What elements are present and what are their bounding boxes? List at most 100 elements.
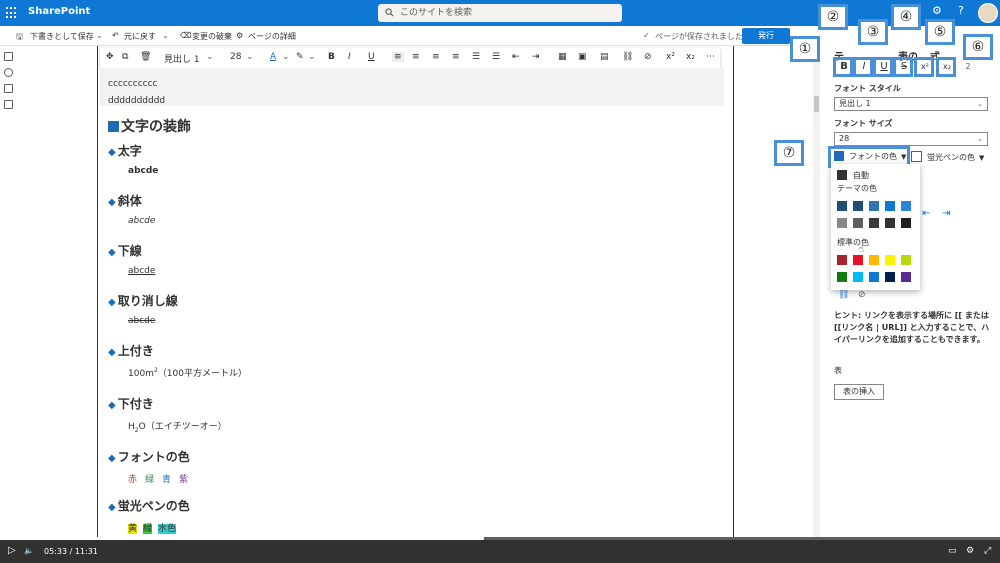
color-swatch[interactable] (885, 255, 895, 265)
superscript-button[interactable]: x² (666, 52, 675, 62)
heading-2[interactable]: ◆ 上付き (108, 342, 154, 359)
save-draft-button[interactable]: 下書きとして保存 (30, 31, 94, 42)
unlink-icon[interactable]: ⊘ (644, 52, 652, 62)
heading-2[interactable]: ◆ 蛍光ペンの色 (108, 497, 190, 514)
body-italic[interactable]: abcde (128, 216, 155, 226)
align-center-icon[interactable]: ≡ (412, 52, 420, 62)
fullscreen-icon[interactable]: ⤢ (984, 546, 991, 556)
color-swatch[interactable] (853, 218, 863, 228)
scrollbar-thumb[interactable] (814, 96, 819, 112)
font-color-button[interactable]: フォントの色 ▼ (834, 151, 906, 162)
gear-icon[interactable]: ⚙ (932, 4, 942, 17)
auto-color-option[interactable]: 自動 (837, 170, 869, 181)
heading-2[interactable]: ◆ フォントの色 (108, 448, 190, 465)
volume-icon[interactable]: 🔈 (24, 546, 34, 555)
color-swatch[interactable] (901, 218, 911, 228)
subscript-button[interactable]: x₂ (686, 52, 695, 62)
move-icon[interactable] (4, 68, 13, 77)
font-style-select[interactable]: 見出し 1 ⌄ (834, 97, 988, 111)
move-icon[interactable]: ✥ (106, 52, 114, 62)
italic-button[interactable]: I (348, 52, 351, 62)
color-swatch[interactable] (869, 201, 879, 211)
body-highlights[interactable]: 黄緑水色 (128, 521, 177, 534)
justify-icon[interactable]: ≡ (452, 52, 460, 62)
table-icon[interactable]: ▦ (558, 52, 567, 62)
color-swatch[interactable] (869, 218, 879, 228)
app-name[interactable]: SharePoint (28, 6, 90, 17)
insert-table-button[interactable]: 表の挿入 (834, 384, 884, 400)
style-dropdown[interactable]: 見出し 1 (164, 52, 200, 65)
bold-button[interactable]: B (328, 52, 335, 62)
image-icon[interactable]: ▣ (578, 52, 587, 62)
help-icon[interactable]: ? (958, 4, 964, 17)
site-search-input[interactable]: このサイトを検索 (378, 4, 622, 22)
color-swatch[interactable] (837, 201, 847, 211)
heading-1[interactable]: 文字の装飾 (108, 116, 191, 136)
avatar[interactable] (978, 3, 998, 23)
color-swatch[interactable] (869, 272, 879, 282)
chevron-down-icon[interactable]: ⌄ (96, 31, 103, 40)
color-swatch[interactable] (901, 272, 911, 282)
font-size-select[interactable]: 28 ⌄ (834, 132, 988, 146)
highlight-icon[interactable]: ✎ (296, 52, 304, 62)
undo-button[interactable]: 元に戻す (124, 31, 156, 42)
heading-2[interactable]: ◆ 下付き (108, 395, 154, 412)
color-swatch[interactable] (885, 272, 895, 282)
color-swatch[interactable] (853, 255, 863, 265)
chevron-down-icon[interactable]: ⌄ (162, 31, 169, 40)
underline-button[interactable]: U (368, 52, 375, 62)
color-swatch[interactable] (853, 272, 863, 282)
color-swatch[interactable] (901, 201, 911, 211)
outdent-icon[interactable]: ⇥ (942, 208, 950, 219)
indent-icon[interactable]: ⇤ (922, 208, 930, 219)
panel-clear-format-button[interactable]: 2 (960, 59, 976, 75)
link-icon[interactable]: ⛓ (622, 52, 633, 62)
increase-indent-icon[interactable]: ⇥ (532, 52, 540, 62)
publish-button[interactable]: 発行 (742, 28, 790, 44)
color-swatch[interactable] (901, 255, 911, 265)
play-icon[interactable]: ▷ (8, 545, 16, 556)
heading-2[interactable]: ◆ 斜体 (108, 192, 142, 209)
body-superscript[interactable]: 100m2（100平方メートル） (128, 366, 247, 379)
app-launcher-icon[interactable] (6, 7, 18, 19)
paste-icon[interactable]: ▤ (600, 52, 609, 62)
body-subscript[interactable]: H2O（エイチツーオー） (128, 419, 227, 434)
link-icon[interactable]: ⛓ (838, 290, 849, 300)
color-swatch[interactable] (837, 218, 847, 228)
align-right-icon[interactable]: ≡ (432, 52, 440, 62)
page-details-button[interactable]: ページの詳細 (248, 31, 296, 42)
color-swatch[interactable] (869, 255, 879, 265)
color-swatch[interactable] (853, 201, 863, 211)
heading-2[interactable]: ◆ 下線 (108, 242, 142, 259)
canvas-scrollbar[interactable] (813, 46, 820, 540)
gear-icon[interactable]: ⚙ (966, 546, 974, 556)
text-line[interactable]: cccccccccc (108, 79, 157, 89)
duplicate-icon[interactable]: ⧉ (122, 52, 128, 62)
heading-2[interactable]: ◆ 取り消し線 (108, 292, 178, 309)
body-font-colors[interactable]: 赤緑青紫 (128, 472, 188, 485)
body-underline[interactable]: abcde (128, 266, 155, 276)
color-swatch[interactable] (885, 218, 895, 228)
discard-button[interactable]: 変更の破棄 (192, 31, 232, 42)
size-dropdown[interactable]: 28 (230, 52, 241, 62)
unlink-icon[interactable]: ⊘ (858, 290, 866, 300)
more-icon[interactable]: ⋯ (706, 52, 715, 62)
align-left-icon[interactable]: ≡ (392, 52, 404, 62)
captions-icon[interactable]: ▭ (948, 546, 957, 556)
comment-icon[interactable] (4, 52, 13, 61)
highlight-color-button[interactable]: 蛍光ペンの色 ▼ (911, 151, 984, 163)
numbered-list-icon[interactable]: ☰ (492, 52, 500, 62)
text-line[interactable]: dddddddddd (108, 96, 165, 106)
color-swatch[interactable] (837, 272, 847, 282)
body-strikethrough[interactable]: abcde (128, 316, 155, 326)
delete-icon[interactable]: 🗑 (140, 52, 151, 62)
body-bold[interactable]: abcde (128, 166, 158, 176)
color-swatch[interactable] (885, 201, 895, 211)
bullet-list-icon[interactable]: ☰ (472, 52, 480, 62)
decrease-indent-icon[interactable]: ⇤ (512, 52, 520, 62)
duplicate-icon[interactable] (4, 84, 13, 93)
font-color-icon[interactable]: A (270, 52, 276, 62)
delete-icon[interactable] (4, 100, 13, 109)
heading-2[interactable]: ◆ 太字 (108, 142, 142, 159)
color-swatch[interactable] (837, 255, 847, 265)
